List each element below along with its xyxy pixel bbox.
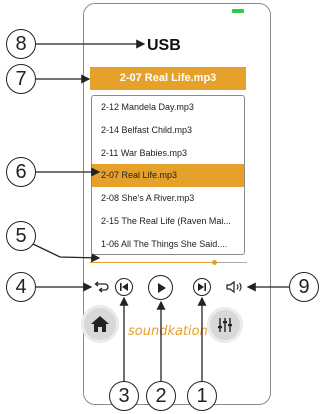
callout-8: 8 (6, 29, 36, 59)
callout-7: 7 (6, 64, 36, 94)
callout-5: 5 (6, 221, 36, 251)
callout-1: 1 (187, 381, 217, 411)
callout-9: 9 (289, 272, 319, 302)
callout-2: 2 (146, 381, 176, 411)
callout-arrows (32, 39, 289, 382)
callout-3: 3 (109, 381, 139, 411)
callout-6: 6 (6, 157, 36, 187)
callout-4: 4 (6, 272, 36, 302)
